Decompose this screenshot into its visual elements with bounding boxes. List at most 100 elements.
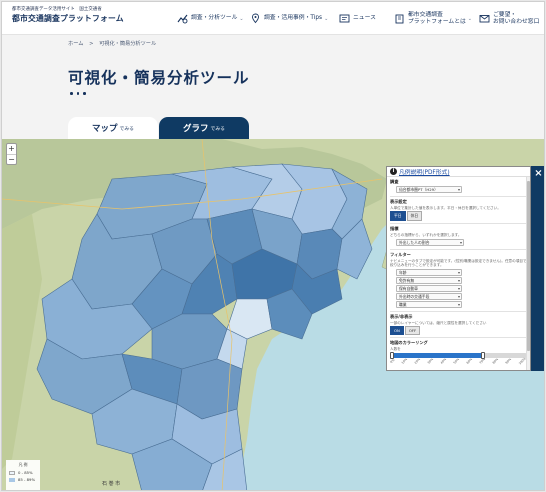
slider-tick-label: 40% [439, 357, 448, 366]
logo-subtitle: 都市交通調査データ活用サイト 国土交通省 [12, 7, 102, 12]
legend-swatch [9, 470, 15, 475]
slider-tick-label: 0% [389, 358, 396, 365]
nav-contact-label: ご要望・ お問い合わせ窓口 [493, 12, 539, 26]
slider-tick-label: 50% [452, 357, 461, 366]
section-label: 地図のカラーリング [390, 340, 428, 346]
slider-tick-label: 80% [491, 357, 500, 366]
title-section: ホーム > 可視化・簡易分析ツール 可視化・簡易分析ツール マップ でみる グラ… [2, 35, 544, 139]
chevron-down-icon: ⌄ [239, 15, 244, 22]
building-icon [394, 13, 405, 24]
tab-map-sublabel: でみる [119, 126, 134, 132]
nav-contact-line1: ご要望・ [493, 11, 517, 18]
slider-tick-label: 60% [465, 357, 474, 366]
tab-graph-label: グラフ [183, 124, 209, 134]
section-label: 調査 [390, 179, 399, 184]
section-desc: 一部のレイヤーについては、縮尺と属性を選択してください [390, 320, 487, 325]
zoom-out-button[interactable]: − [7, 154, 16, 164]
section-desc: どちらの指標から、いずれかを選択します。 [390, 233, 462, 238]
day-type-toggle: 平日 休日 [390, 211, 527, 222]
breadcrumb-current: 可視化・簡易分析ツール [99, 41, 157, 47]
slider-tick-label: 20% [413, 357, 422, 366]
nav-about-line1: 都市交通調査 [408, 11, 443, 18]
visibility-toggle: ON OFF [390, 326, 527, 336]
chevron-down-icon: ⌄ [467, 15, 472, 22]
map-pin-icon [250, 13, 261, 24]
slider-tick-label: 10% [400, 357, 409, 366]
panel-scrollbar[interactable] [526, 177, 530, 370]
nav-news-label: ニュース [353, 15, 376, 21]
zoom-in-button[interactable]: + [7, 144, 16, 154]
nav-about-label: 都市交通調査 プラットフォームとは [408, 12, 466, 26]
nav-about[interactable]: 都市交通調査 プラットフォームとは ⌄ [394, 2, 472, 35]
legend-pdf-link[interactable]: 凡例説明(PDF形式) [399, 167, 450, 176]
slider-ticks: 0% 10% 20% 30% 40% 50% 60% 70% 80% 90% 100% [389, 357, 527, 366]
section-survey: 調査 仙台都市圏PT（H29） [390, 179, 527, 197]
chart-tools-icon [177, 13, 188, 24]
nav-contact-line2: お問い合わせ窓口 [493, 18, 540, 25]
legend-row: 85 - 89% [9, 477, 37, 482]
section-desc: ナビメニューのタブで設定が可能です。(性別/職業は設定できません)。任意の項目で… [390, 258, 527, 268]
off-button[interactable]: OFF [404, 326, 421, 336]
survey-select[interactable]: 仙台都市圏PT（H29） [396, 186, 462, 193]
slider-tick-label: 90% [504, 357, 513, 366]
slider-tick-label: 70% [478, 357, 487, 366]
zoom-control: + − [6, 143, 17, 165]
legend-swatch [9, 477, 15, 482]
slider-tick-label: 30% [426, 357, 435, 366]
close-icon[interactable]: × [531, 168, 544, 180]
breadcrumb: ホーム > 可視化・簡易分析ツール [68, 40, 160, 47]
section-desc: 人単位で集計した値を表示します。平日・休日を選択してください。 [390, 206, 501, 210]
control-panel: i 凡例説明(PDF形式) 調査 仙台都市圏PT（H29） 表示設定 人単位で集… [386, 166, 531, 371]
map-legend: 凡 例 0 - 85% 85 - 89% [6, 460, 40, 490]
mail-icon [479, 13, 490, 24]
nav-tools-label: 調査・分析ツール [191, 15, 238, 21]
nav-contact[interactable]: ご要望・ お問い合わせ窓口 [479, 2, 539, 35]
filter-car-select[interactable]: 保有自動車 [396, 284, 462, 292]
weekday-button[interactable]: 平日 [390, 211, 406, 222]
news-icon [339, 13, 350, 24]
site-header: 都市交通調査データ活用サイト 国土交通省 都市交通調査プラットフォーム 調査・分… [2, 2, 544, 35]
chevron-down-icon: ⌄ [324, 15, 329, 22]
section-coloring: 地図のカラーリング 人数を 0% 10% 20% 30% 40% 50% 60% 70% 80%… [389, 340, 527, 366]
site-logo[interactable]: 都市交通調査データ活用サイト 国土交通省 都市交通調査プラットフォーム [12, 6, 124, 24]
section-label: フィルター [390, 251, 411, 257]
indicator-select[interactable]: 外出した人の割合 [396, 238, 464, 246]
legend-row-label: 0 - 85% [18, 470, 33, 475]
title-dots-decoration [70, 92, 86, 95]
filter-age-select[interactable]: 年齢 [396, 268, 462, 276]
tab-map-label: マップ [92, 124, 118, 134]
tab-graph[interactable]: グラフ でみる [159, 117, 249, 139]
section-filter: フィルター ナビメニューのタブで設定が可能です。(性別/職業は設定できません)。… [390, 252, 527, 312]
nav-cases[interactable]: 調査・活用事例・Tips ⌄ [250, 2, 328, 35]
nav-tools[interactable]: 調査・分析ツール ⌄ [177, 2, 244, 35]
section-label: 表示設定 [390, 199, 407, 204]
logo-title: 都市交通調査プラットフォーム [12, 14, 124, 23]
panel-toggle-strip: × [531, 166, 544, 371]
legend-row: 0 - 85% [9, 470, 37, 475]
on-button[interactable]: ON [390, 326, 404, 336]
tab-graph-sublabel: でみる [210, 126, 225, 132]
coloring-mode-label: 人数を [390, 347, 401, 352]
info-icon: i [390, 168, 397, 175]
filter-job-select[interactable]: 職業 [396, 300, 462, 308]
page-title: 可視化・簡易分析ツール [68, 69, 250, 87]
section-label: 表示/非表示 [390, 313, 413, 319]
breadcrumb-separator: > [89, 41, 94, 47]
section-visibility: 表示/非表示 一部のレイヤーについては、縮尺と属性を選択してください ON OF… [390, 313, 527, 339]
panel-header: i 凡例説明(PDF形式) [387, 167, 530, 177]
holiday-button[interactable]: 休日 [406, 211, 423, 222]
filter-license-select[interactable]: 免許有無 [396, 276, 462, 284]
browser-frame: 都市交通調査データ活用サイト 国土交通省 都市交通調査プラットフォーム 調査・分… [1, 1, 545, 491]
breadcrumb-home[interactable]: ホーム [68, 41, 83, 47]
legend-row-label: 85 - 89% [18, 477, 36, 482]
place-label: 石 巻 市 [102, 481, 121, 487]
legend-title: 凡 例 [18, 462, 28, 467]
nav-cases-label: 調査・活用事例・Tips [264, 15, 323, 21]
scrollbar-thumb[interactable] [527, 181, 530, 351]
section-indicator: 指標 どちらの指標から、いずれかを選択します。 外出した人の割合 [390, 226, 527, 250]
filter-mode-select[interactable]: 外出時の交通手段 [396, 292, 462, 300]
tab-map[interactable]: マップ でみる [68, 117, 158, 139]
section-display-settings: 表示設定 人単位で集計した値を表示します。平日・休日を選択してください。 平日 … [390, 199, 527, 225]
nav-news[interactable]: ニュース [339, 2, 376, 35]
nav-about-line2: プラットフォームとは [408, 18, 466, 25]
